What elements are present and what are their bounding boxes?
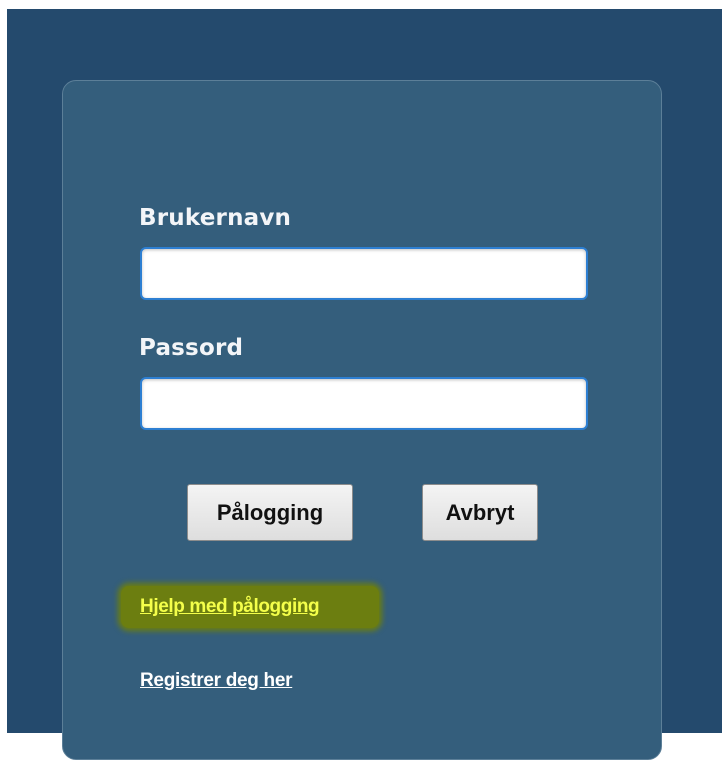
username-input[interactable] bbox=[140, 247, 588, 300]
password-label: Passord bbox=[139, 335, 244, 361]
login-panel: Brukernavn Passord Pålogging Avbryt Hjel… bbox=[62, 80, 662, 760]
username-label: Brukernavn bbox=[139, 205, 292, 231]
cancel-button[interactable]: Avbryt bbox=[422, 484, 538, 541]
login-button[interactable]: Pålogging bbox=[187, 484, 353, 541]
register-link[interactable]: Registrer deg her bbox=[140, 670, 293, 692]
help-login-link[interactable]: Hjelp med pålogging bbox=[140, 596, 320, 618]
password-input[interactable] bbox=[140, 377, 588, 430]
